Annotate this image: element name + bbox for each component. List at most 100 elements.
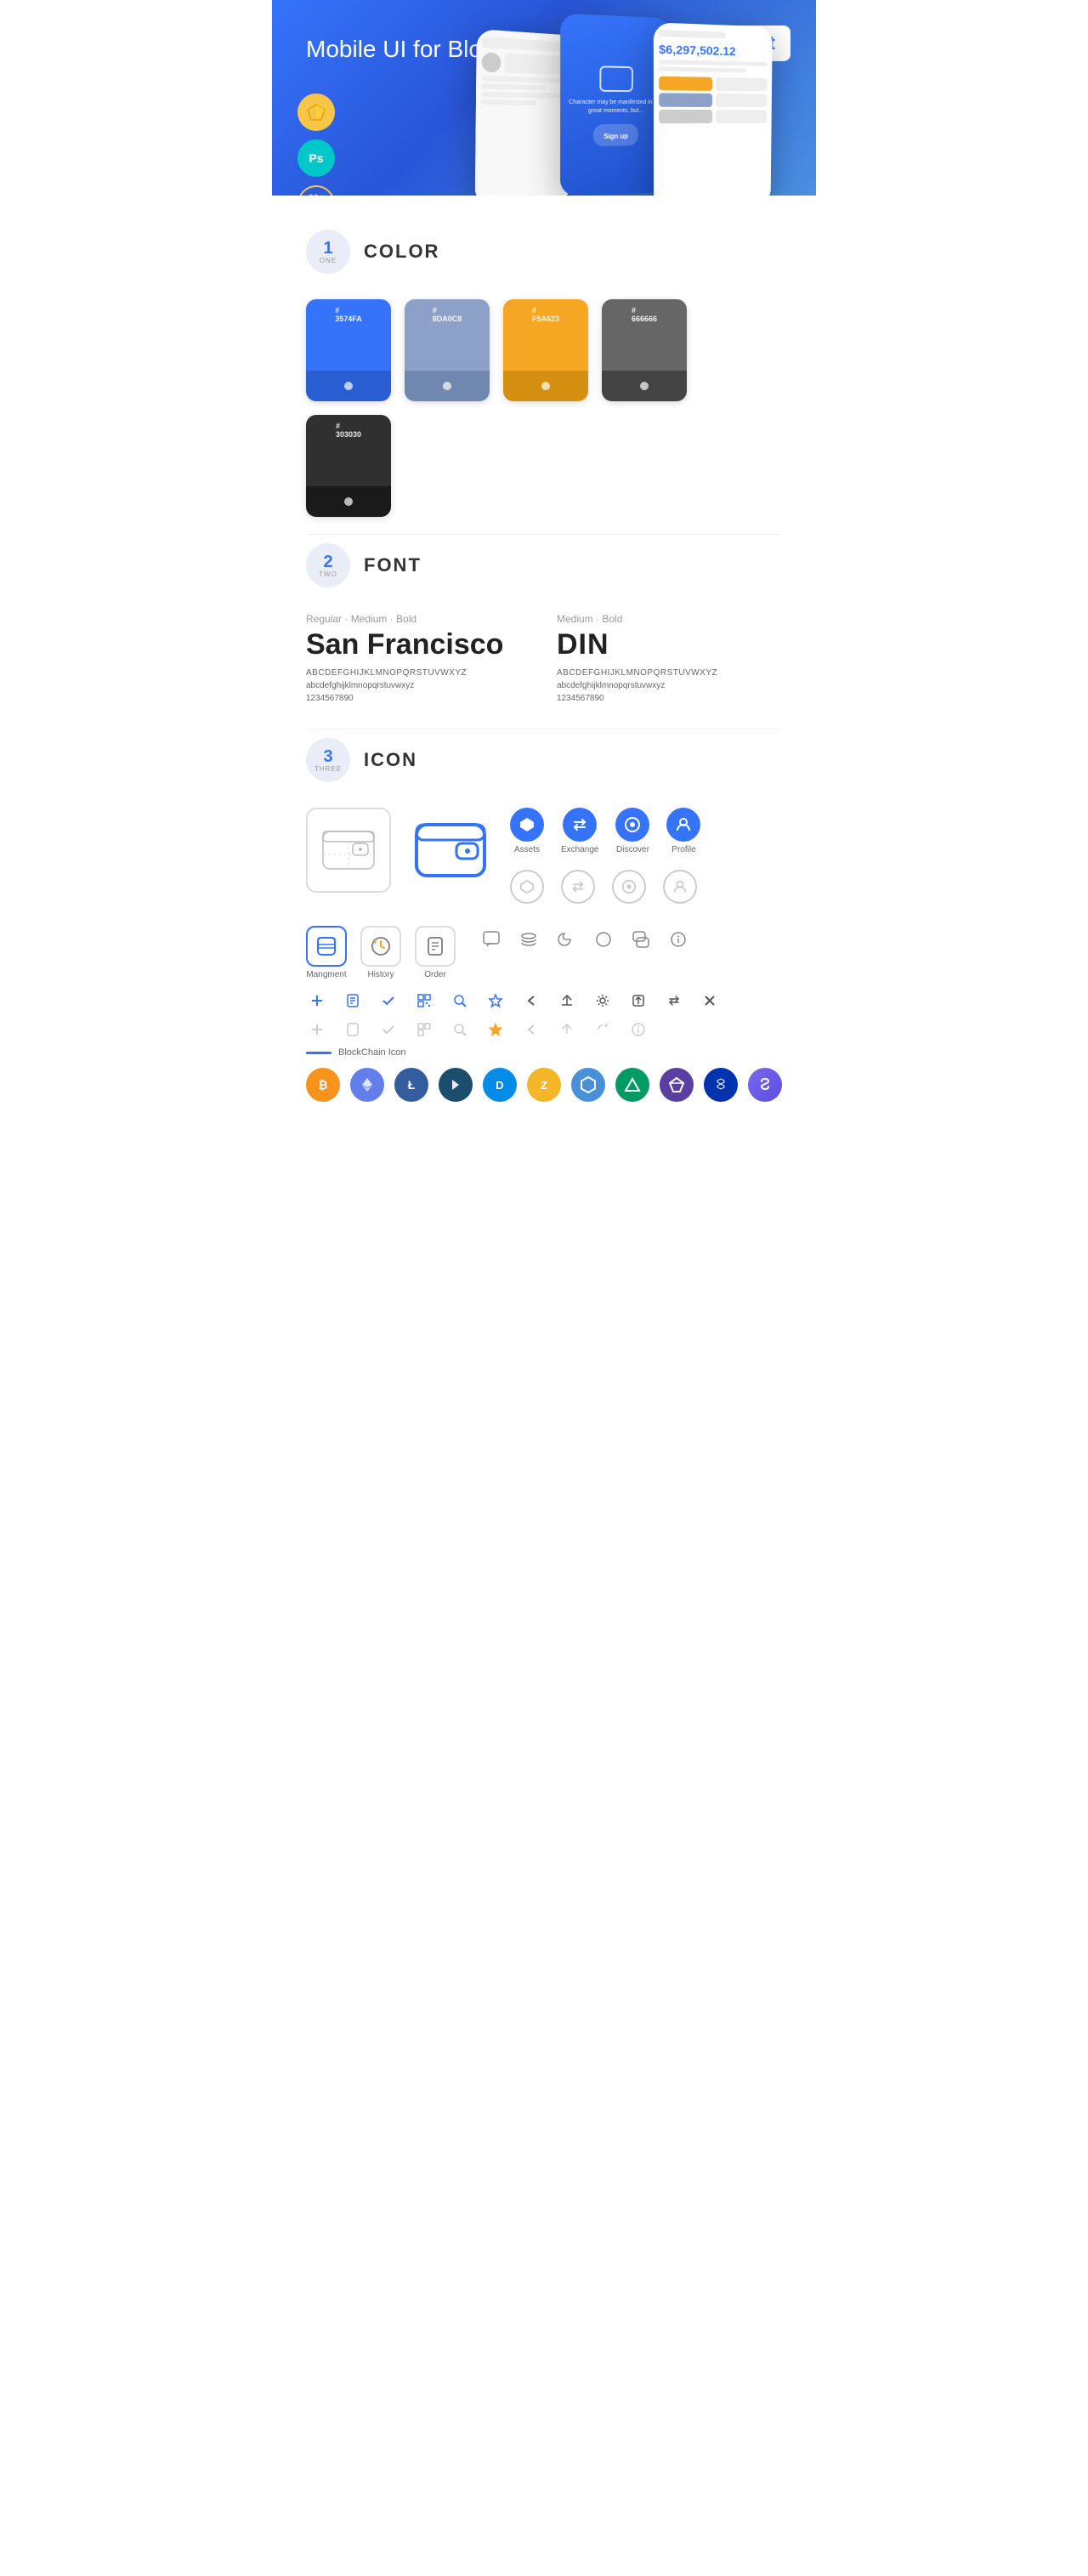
phones-area: Character may be manifested in the great…	[476, 26, 816, 196]
qr-icon-faded	[413, 1018, 435, 1041]
swatch-orange: #F5A623	[503, 299, 588, 401]
star-icon	[484, 990, 507, 1012]
swatch-blue: #3574FA	[306, 299, 391, 401]
nav-icons-row-outlined	[510, 870, 700, 904]
zcash-icon: Z	[527, 1068, 561, 1102]
font-section-header: 2 TWO FONT	[306, 543, 782, 587]
iota-icon	[571, 1068, 605, 1102]
gear-icon	[592, 990, 614, 1012]
order-icon-item: Order	[415, 926, 456, 979]
assets-outlined-icon	[510, 870, 544, 904]
nav-icons-group: Assets Exchange Discover	[510, 808, 700, 909]
app-icons-row: Mangment History	[306, 926, 782, 979]
stratis-icon	[439, 1068, 473, 1102]
edit-doc-icon	[342, 990, 364, 1012]
blockchain-line	[306, 1052, 332, 1054]
mangment-icon	[306, 926, 347, 967]
exchange-icon	[563, 808, 597, 842]
order-icon	[415, 926, 456, 967]
check-icon-faded	[377, 1018, 400, 1041]
profile-icon-item: Profile	[666, 808, 700, 854]
icon-grid-row-1	[306, 990, 782, 1012]
icon-section-header: 3 THREE ICON	[306, 738, 782, 782]
search-icon	[449, 990, 471, 1012]
svg-text:Ł: Ł	[408, 1078, 416, 1092]
svg-text:₿: ₿	[318, 1078, 327, 1092]
redo-icon	[592, 1018, 614, 1041]
discover-icon-item: Discover	[615, 808, 649, 854]
assets-icon-item: Assets	[510, 808, 544, 854]
blockchain-label: BlockChain Icon	[338, 1047, 406, 1058]
exchange-icon-item: Exchange	[561, 808, 598, 854]
color-title: COLOR	[364, 241, 439, 263]
close-icon	[699, 990, 721, 1012]
font-section: 2 TWO FONT Regular · Medium · Bold San F…	[272, 535, 816, 729]
font-din: Medium · Bold DIN ABCDEFGHIJKLMNOPQRSTUV…	[557, 613, 782, 703]
mangment-icon-item: Mangment	[306, 926, 347, 979]
discover-icon	[615, 808, 649, 842]
icon-grid-row-2	[306, 1018, 782, 1041]
litecoin-icon: Ł	[394, 1068, 428, 1102]
qr-icon	[413, 990, 435, 1012]
layers-icon	[515, 926, 542, 953]
matic-icon	[704, 1068, 738, 1102]
chat2-icon	[627, 926, 654, 953]
icon-title: ICON	[364, 749, 417, 771]
discover-outlined-icon	[612, 870, 646, 904]
moon-icon	[552, 926, 580, 953]
svg-text:Z: Z	[541, 1079, 547, 1092]
icon-section: 3 THREE ICON	[272, 729, 816, 1127]
ps-badge: Ps	[298, 139, 335, 177]
misc-icons-row	[478, 926, 692, 953]
section-number-1: 1 ONE	[306, 230, 350, 274]
sketch-badge	[298, 94, 335, 131]
wallet-blue-icon	[408, 808, 493, 893]
color-swatches: #3574FA #8DA0C8 #F5A623 #666666 #303030	[306, 299, 782, 517]
share-icon-faded	[556, 1018, 578, 1041]
info-icon	[665, 926, 692, 953]
history-icon	[360, 926, 401, 967]
plus-icon	[306, 990, 328, 1012]
chat-icon	[478, 926, 505, 953]
syscoin-icon	[748, 1068, 782, 1102]
plus-icon-faded	[306, 1018, 328, 1041]
discover-icon-outlined	[612, 870, 646, 904]
history-icon-item: History	[360, 926, 401, 979]
phone-right: $6,297,502.12	[654, 22, 773, 196]
nav-icons-row-filled: Assets Exchange Discover	[510, 808, 700, 854]
chevron-left-icon-faded	[520, 1018, 542, 1041]
crypto-icons-row: ₿ Ł D Z	[306, 1068, 782, 1102]
color-section: 1 ONE COLOR #3574FA #8DA0C8 #F5A623 #666…	[272, 196, 816, 534]
upload-icon	[627, 990, 649, 1012]
edit-doc-icon-faded	[342, 1018, 364, 1041]
font-san-francisco: Regular · Medium · Bold San Francisco AB…	[306, 613, 531, 703]
dash-icon: D	[483, 1068, 517, 1102]
vertcoin-icon	[660, 1068, 694, 1102]
wallet-wireframe-icon	[306, 808, 391, 893]
info-icon-faded	[627, 1018, 649, 1041]
screens-badge: 60+Screens	[298, 185, 335, 196]
color-section-header: 1 ONE COLOR	[306, 230, 782, 274]
swatch-gray: #666666	[602, 299, 687, 401]
chevron-left-icon	[520, 990, 542, 1012]
augur-icon	[615, 1068, 649, 1102]
hero-section: Mobile UI for Blockchain Wallet UI Kit P…	[272, 0, 816, 196]
swatch-grayblue: #8DA0C8	[405, 299, 490, 401]
hero-badges: Ps 60+Screens	[298, 94, 335, 196]
share-icon	[556, 990, 578, 1012]
section-number-3: 3 THREE	[306, 738, 350, 782]
circle-icon	[590, 926, 617, 953]
search-icon-faded	[449, 1018, 471, 1041]
assets-icon-outlined	[510, 870, 544, 904]
svg-text:D: D	[496, 1079, 503, 1092]
exchange-icon-outlined	[561, 870, 595, 904]
assets-icon	[510, 808, 544, 842]
blockchain-label-row: BlockChain Icon	[306, 1047, 782, 1058]
profile-icon	[666, 808, 700, 842]
swatch-dark: #303030	[306, 415, 391, 517]
profile-outlined-icon	[663, 870, 697, 904]
star-icon-orange	[484, 1018, 507, 1041]
section-number-2: 2 TWO	[306, 543, 350, 587]
font-grid: Regular · Medium · Bold San Francisco AB…	[306, 613, 782, 703]
font-title: FONT	[364, 554, 422, 576]
